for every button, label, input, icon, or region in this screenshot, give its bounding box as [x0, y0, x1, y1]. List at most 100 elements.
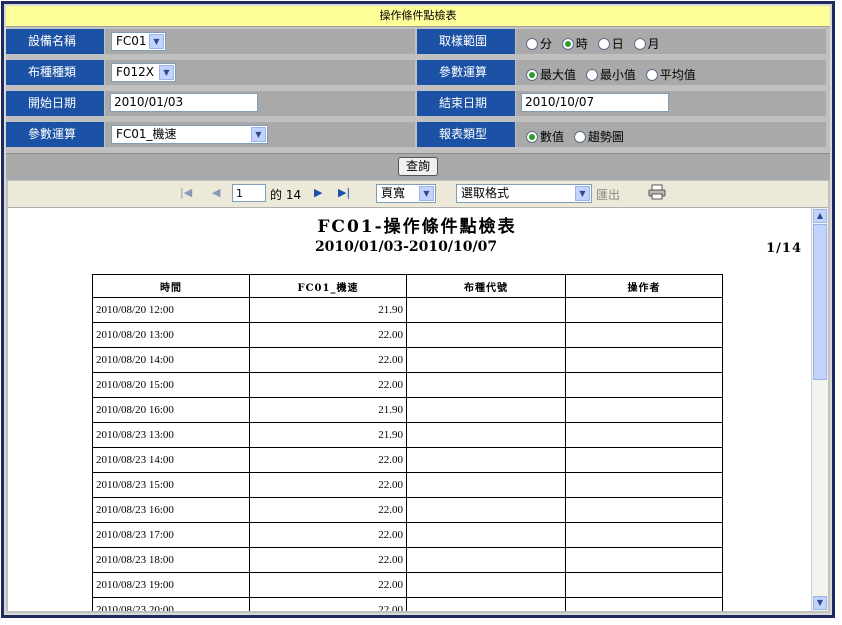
cell-time: 2010/08/20 14:00 [92, 347, 250, 373]
report-radio-trend[interactable]: 趨勢圖 [573, 128, 624, 145]
calc-radio-group: 最大值 最小值 平均值 [526, 66, 702, 83]
end-date-label: 結束日期 [417, 91, 515, 116]
printer-icon[interactable] [648, 184, 666, 203]
calc-radio-min[interactable]: 最小值 [585, 66, 636, 83]
page-number-input[interactable]: 1 [232, 184, 266, 202]
report-title: FC01-操作條件點檢表 [317, 217, 517, 237]
zoom-select[interactable]: 頁寬 ▼ [376, 184, 436, 203]
calc-radio-max[interactable]: 最大值 [526, 66, 576, 83]
query-row: 查詢 [6, 153, 830, 180]
page-title: 操作條件點檢表 [6, 6, 830, 27]
radio-selected-icon [561, 38, 574, 50]
format-select[interactable]: 選取格式 ▼ [456, 184, 592, 203]
scroll-up-icon[interactable]: ▲ [813, 209, 827, 223]
calc-label: 參數運算 [417, 60, 515, 85]
table-row: 2010/08/23 14:00 22.00 [92, 447, 723, 473]
table-row: 2010/08/20 14:00 22.00 [92, 347, 723, 373]
report-viewer: FC01-操作條件點檢表 2010/01/03-2010/10/07 1/14 … [8, 208, 828, 611]
radio-icon [585, 69, 598, 81]
cell-operator [565, 597, 723, 611]
start-date-label: 開始日期 [6, 91, 104, 116]
report-radio-numeric[interactable]: 數值 [526, 128, 564, 145]
form-row-1: 設備名稱 FC01 ▼ 取樣範圍 分 時 日 月 [6, 27, 830, 56]
end-date-input[interactable]: 2010/10/07 [521, 93, 669, 112]
cell-speed: 22.00 [249, 597, 407, 611]
radio-icon [573, 131, 586, 143]
cell-time: 2010/08/23 15:00 [92, 472, 250, 498]
table-row: 2010/08/23 13:00 21.90 [92, 422, 723, 448]
range-radio-minute[interactable]: 分 [526, 35, 552, 52]
table-row: 2010/08/23 19:00 22.00 [92, 572, 723, 598]
cell-time: 2010/08/23 13:00 [92, 422, 250, 448]
equipment-label: 設備名稱 [6, 29, 104, 54]
table-row: 2010/08/23 16:00 22.00 [92, 497, 723, 523]
cell-cloth-code [406, 597, 566, 611]
cell-cloth-code [406, 547, 566, 573]
scrollbar-thumb[interactable] [813, 224, 827, 380]
cell-time: 2010/08/20 13:00 [92, 322, 250, 348]
table-row: 2010/08/23 18:00 22.00 [92, 547, 723, 573]
cell-speed: 22.00 [249, 347, 407, 373]
vertical-scrollbar[interactable]: ▲ ▼ [811, 208, 828, 611]
column-header-cloth-code: 布種代號 [406, 274, 566, 298]
cell-operator [565, 547, 723, 573]
zoom-select-value: 頁寬 [381, 186, 406, 200]
report-toolbar: |◀ ◀ 1 的 14 ▶ ▶| 頁寬 ▼ 選取格式 ▼ 匯出 [8, 181, 828, 208]
range-radio-hour[interactable]: 時 [561, 35, 588, 52]
calc-radio-avg[interactable]: 平均值 [645, 66, 696, 83]
form-row-4: 參數運算 FC01_機速 ▼ 報表類型 數值 趨勢圖 [6, 120, 830, 149]
range-radio-month[interactable]: 月 [633, 35, 660, 52]
cell-operator [565, 472, 723, 498]
cell-operator [565, 572, 723, 598]
cell-cloth-code [406, 347, 566, 373]
cell-operator [565, 497, 723, 523]
cell-speed: 21.90 [249, 397, 407, 423]
chevron-down-icon: ▼ [159, 65, 174, 80]
last-page-icon[interactable]: ▶| [338, 186, 350, 199]
first-page-icon[interactable]: |◀ [180, 186, 192, 199]
cell-time: 2010/08/20 16:00 [92, 397, 250, 423]
cell-time: 2010/08/23 20:00 [92, 597, 250, 611]
chevron-down-icon: ▼ [251, 127, 266, 142]
radio-selected-icon [526, 69, 538, 81]
cell-speed: 22.00 [249, 497, 407, 523]
radio-icon [526, 38, 538, 50]
export-link[interactable]: 匯出 [596, 186, 620, 203]
prev-page-icon[interactable]: ◀ [212, 186, 220, 199]
cell-cloth-code [406, 397, 566, 423]
cell-time: 2010/08/23 17:00 [92, 522, 250, 548]
range-radio-day[interactable]: 日 [597, 35, 624, 52]
cell-operator [565, 372, 723, 398]
cloth-select[interactable]: F012X ▼ [111, 63, 176, 82]
cell-cloth-code [406, 297, 566, 323]
cell-time: 2010/08/23 18:00 [92, 547, 250, 573]
report-table: 時間 FC01_機速 布種代號 操作者 2010/08/20 12:00 21.9… [92, 274, 723, 611]
table-row: 2010/08/23 15:00 22.00 [92, 472, 723, 498]
cell-cloth-code [406, 322, 566, 348]
param-label: 參數運算 [6, 122, 104, 147]
cell-time: 2010/08/23 16:00 [92, 497, 250, 523]
table-row: 2010/08/20 15:00 22.00 [92, 372, 723, 398]
next-page-icon[interactable]: ▶ [314, 186, 322, 199]
column-header-speed: FC01_機速 [249, 274, 407, 298]
range-label: 取樣範圍 [417, 29, 515, 54]
equipment-select[interactable]: FC01 ▼ [111, 32, 166, 51]
radio-icon [633, 38, 646, 50]
table-row: 2010/08/20 16:00 21.90 [92, 397, 723, 423]
cell-cloth-code [406, 422, 566, 448]
cell-time: 2010/08/23 19:00 [92, 572, 250, 598]
column-header-time: 時間 [92, 274, 250, 298]
scroll-down-icon[interactable]: ▼ [813, 596, 827, 610]
query-button[interactable]: 查詢 [398, 157, 438, 176]
cell-operator [565, 447, 723, 473]
cell-operator [565, 422, 723, 448]
cell-speed: 21.90 [249, 297, 407, 323]
equipment-select-value: FC01 [116, 34, 147, 48]
cell-time: 2010/08/20 15:00 [92, 372, 250, 398]
start-date-input[interactable]: 2010/01/03 [110, 93, 258, 112]
cell-cloth-code [406, 372, 566, 398]
param-select[interactable]: FC01_機速 ▼ [111, 125, 268, 144]
table-header-row: 時間 FC01_機速 布種代號 操作者 [92, 274, 723, 298]
cloth-label: 布種種類 [6, 60, 104, 85]
cell-time: 2010/08/20 12:00 [92, 297, 250, 323]
